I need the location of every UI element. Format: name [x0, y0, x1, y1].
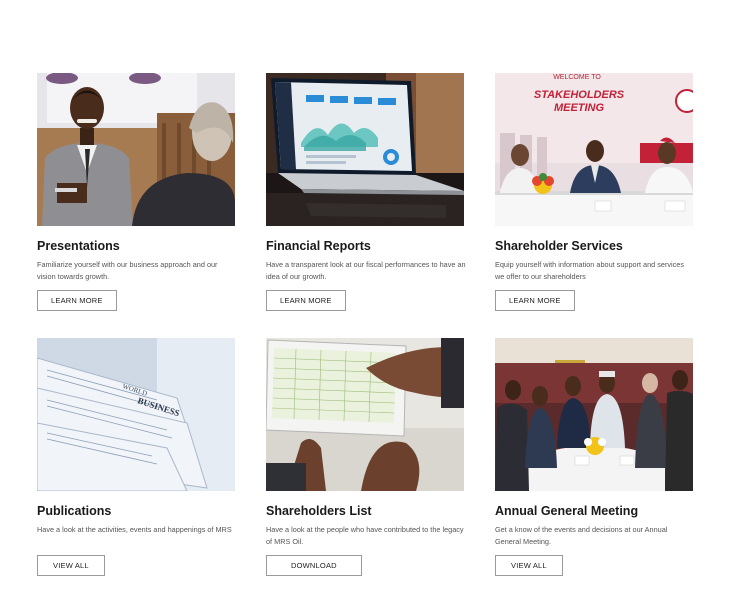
card-shareholders-list: Shareholders List Have a look at the peo…: [266, 338, 464, 576]
stakeholders-meeting-image[interactable]: WELCOME TO STAKEHOLDERS MEETING: [495, 73, 693, 226]
laptop-dashboard-image[interactable]: [266, 73, 464, 226]
card-description: Have a look at the people who have contr…: [266, 525, 464, 546]
annual-general-meeting-image[interactable]: [495, 338, 693, 491]
card-shareholder-services: WELCOME TO STAKEHOLDERS MEETING Sharehol…: [495, 73, 693, 311]
card-title: Shareholder Services: [495, 239, 623, 253]
card-annual-general-meeting: Annual General Meeting Get a know of the…: [495, 338, 693, 576]
card-description: Familiarize yourself with our business a…: [37, 260, 218, 281]
card-title: Presentations: [37, 239, 120, 253]
card-description: Have a transparent look at our fiscal pe…: [266, 260, 466, 281]
banner-welcome-text: WELCOME TO: [553, 74, 601, 81]
download-button[interactable]: DOWNLOAD: [266, 555, 362, 576]
card-title: Publications: [37, 504, 112, 518]
view-all-button[interactable]: VIEW ALL: [495, 555, 563, 576]
card-description: Equip yourself with information about su…: [495, 260, 685, 281]
learn-more-button[interactable]: LEARN MORE: [266, 290, 346, 311]
learn-more-button[interactable]: LEARN MORE: [37, 290, 117, 311]
card-presentations: Presentations Familiarize yourself with …: [37, 73, 235, 311]
card-title: Shareholders List: [266, 504, 372, 518]
presentation-speaker-image[interactable]: [37, 73, 235, 226]
card-title: Financial Reports: [266, 239, 371, 253]
newspapers-image[interactable]: WORLD BUSINESS: [37, 338, 235, 491]
learn-more-button[interactable]: LEARN MORE: [495, 290, 575, 311]
banner-meeting-text: MEETING: [554, 102, 605, 114]
info-cards-grid: Presentations Familiarize yourself with …: [37, 73, 693, 583]
card-title: Annual General Meeting: [495, 504, 639, 518]
card-publications: WORLD BUSINESS Publications Have a look …: [37, 338, 235, 576]
card-financial-reports: Financial Reports Have a transparent loo…: [266, 73, 466, 311]
banner-stakeholders-text: STAKEHOLDERS: [534, 89, 625, 101]
view-all-button[interactable]: VIEW ALL: [37, 555, 105, 576]
tablet-spreadsheet-image[interactable]: [266, 338, 464, 491]
card-description: Get a know of the events and decisions a…: [495, 525, 668, 546]
card-description: Have a look at the activities, events an…: [37, 525, 232, 534]
